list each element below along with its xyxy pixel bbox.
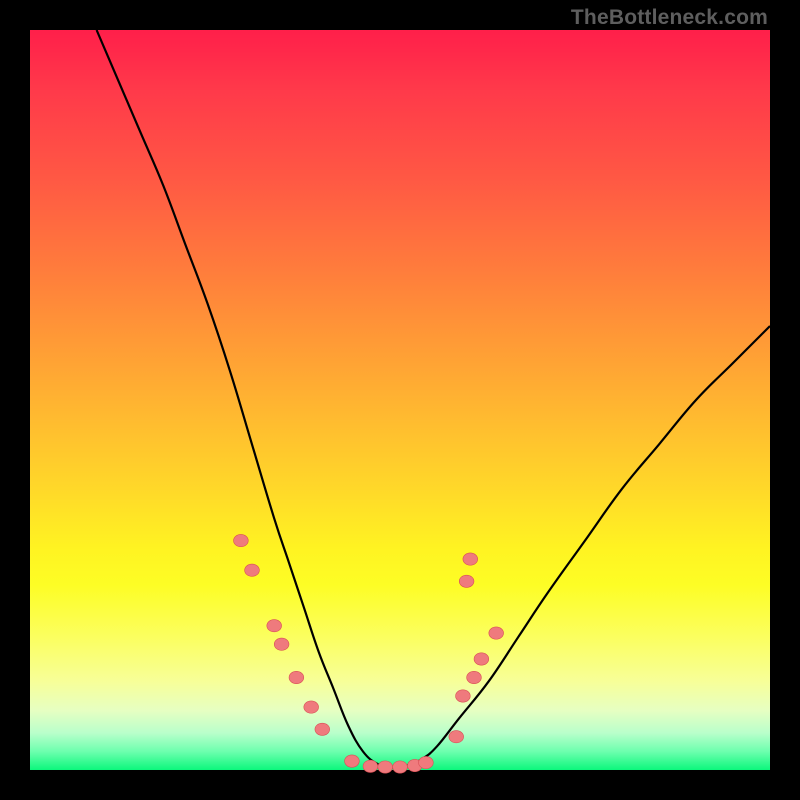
marker-dot bbox=[245, 564, 260, 576]
marker-dot bbox=[234, 534, 249, 546]
sweet-spot-markers bbox=[234, 534, 504, 773]
marker-dot bbox=[489, 627, 504, 639]
marker-dot bbox=[419, 756, 434, 768]
marker-dot bbox=[393, 761, 408, 773]
marker-dot bbox=[456, 690, 471, 702]
marker-dot bbox=[274, 638, 289, 650]
marker-dot bbox=[363, 760, 378, 772]
marker-dot bbox=[315, 723, 330, 735]
plot-area bbox=[30, 30, 770, 770]
marker-dot bbox=[449, 731, 464, 743]
marker-dot bbox=[267, 620, 282, 632]
bottleneck-curve-path bbox=[97, 30, 770, 768]
marker-dot bbox=[304, 701, 319, 713]
marker-dot bbox=[467, 671, 482, 683]
marker-dot bbox=[289, 671, 304, 683]
marker-dot bbox=[474, 653, 489, 665]
watermark-text: TheBottleneck.com bbox=[571, 6, 768, 30]
curve-layer bbox=[30, 30, 770, 770]
marker-dot bbox=[459, 575, 474, 587]
marker-dot bbox=[463, 553, 478, 565]
chart-frame: TheBottleneck.com bbox=[0, 0, 800, 800]
marker-dot bbox=[378, 761, 393, 773]
marker-dot bbox=[345, 755, 360, 767]
